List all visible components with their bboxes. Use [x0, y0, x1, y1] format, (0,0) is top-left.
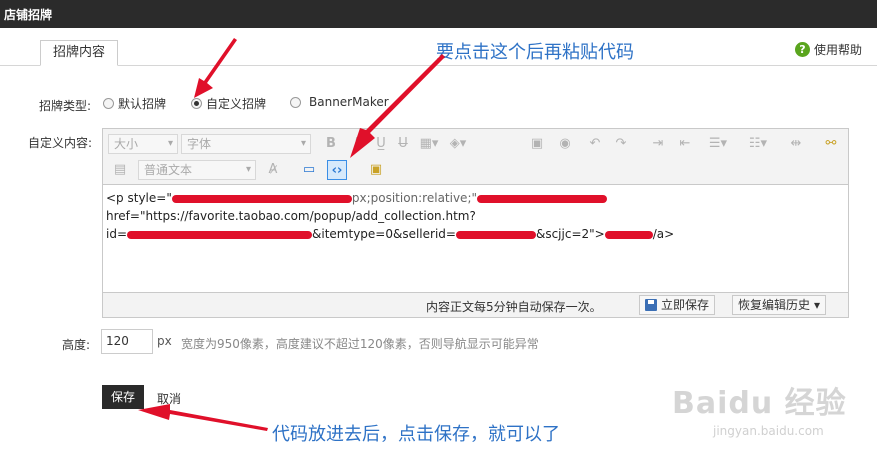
baidu-watermark: Baidu 经验	[672, 386, 847, 421]
chevron-down-icon: ▾	[814, 298, 821, 312]
underline-icon[interactable]: U̲	[371, 134, 391, 154]
sign-type-label: 招牌类型:	[39, 99, 92, 113]
indent-icon[interactable]: ⇥	[648, 134, 668, 154]
content-line-2: id= &itemtype=0&sellerid= &scjjc=2">/a>	[106, 227, 675, 241]
floppy-icon	[645, 299, 657, 311]
radio-default[interactable]: 默认招牌	[103, 95, 166, 112]
line-height-icon[interactable]: ⇹	[786, 134, 806, 154]
redo-icon[interactable]: ↷	[611, 134, 631, 154]
text-color-icon[interactable]: ▦▾	[419, 134, 439, 154]
bold-icon[interactable]: B	[321, 134, 341, 154]
height-input[interactable]: 120	[101, 329, 153, 354]
radio-default-circle[interactable]	[103, 98, 114, 109]
cancel-button[interactable]: 取消	[157, 390, 181, 407]
radio-bannermaker-circle[interactable]	[290, 96, 301, 108]
annotation-top: 要点击这个后再粘贴代码	[436, 42, 634, 63]
italic-icon[interactable]: I	[346, 134, 366, 154]
help-link[interactable]: ? 使用帮助	[795, 41, 862, 58]
height-hint: 宽度为950像素，高度建议不超过120像素，否则导航显示可能异常	[181, 337, 539, 351]
radio-custom-circle[interactable]	[191, 98, 202, 109]
radio-bannermaker[interactable]: BannerMaker	[290, 95, 389, 109]
image-icon[interactable]: ▣	[527, 134, 547, 154]
radio-default-label: 默认招牌	[118, 97, 167, 111]
radio-custom[interactable]: 自定义招牌	[191, 95, 266, 112]
restore-history-button[interactable]: 恢复编辑历史 ▾	[732, 295, 827, 315]
custom-content-label: 自定义内容:	[28, 136, 93, 150]
table-icon[interactable]: ▤	[110, 160, 130, 180]
height-unit: px	[157, 334, 172, 348]
arrow-to-custom-radio	[194, 38, 237, 98]
insert-media-icon[interactable]: ▭	[299, 160, 319, 180]
radio-bannermaker-label: BannerMaker	[309, 95, 389, 109]
font-size-select[interactable]: 大小	[108, 134, 178, 154]
clear-format-icon[interactable]: A̷	[263, 160, 283, 180]
preview-icon[interactable]: ⚯	[821, 134, 841, 154]
save-now-button[interactable]: 立即保存	[639, 295, 716, 315]
strikethrough-icon[interactable]: U	[393, 134, 413, 154]
window-title: 店铺招牌	[4, 8, 53, 22]
height-label: 高度:	[62, 338, 91, 352]
paragraph-format-select[interactable]: 普通文本	[138, 160, 256, 180]
rich-text-editor: 大小 字体 B I U̲ U ▦▾ ◈▾ ▣ ◉ ↶ ↷ ⇥ ⇤ ☰▾ ☷▾ ⇹…	[102, 128, 849, 318]
save-button[interactable]: 保存	[102, 385, 144, 409]
undo-icon[interactable]: ↶	[585, 134, 605, 154]
arrow-to-save-button	[138, 404, 268, 431]
autosave-notice: 内容正文每5分钟自动保存一次。	[426, 300, 602, 314]
editor-toolbar: 大小 字体 B I U̲ U ▦▾ ◈▾ ▣ ◉ ↶ ↷ ⇥ ⇤ ☰▾ ☷▾ ⇹…	[103, 129, 848, 185]
link-icon[interactable]: ◉	[555, 134, 575, 154]
bulleted-list-icon[interactable]: ☰▾	[708, 134, 728, 154]
editor-statusbar: 内容正文每5分钟自动保存一次。 立即保存 恢复编辑历史 ▾	[103, 292, 848, 317]
baidu-watermark-url: jingyan.baidu.com	[713, 424, 824, 438]
fullscreen-icon[interactable]: ▣	[366, 160, 386, 180]
radio-custom-label: 自定义招牌	[206, 97, 267, 111]
numbered-list-icon[interactable]: ☷▾	[748, 134, 768, 154]
title-bar: 店铺招牌	[0, 0, 877, 28]
tab-divider	[0, 65, 877, 66]
content-line-1: <p style=" px;position:relative;" href="h…	[106, 189, 845, 225]
tab-sign-content[interactable]: 招牌内容	[40, 40, 118, 66]
question-icon: ?	[795, 42, 810, 57]
outdent-icon[interactable]: ⇤	[675, 134, 695, 154]
background-color-icon[interactable]: ◈▾	[448, 134, 468, 154]
annotation-bottom: 代码放进去后，点击保存，就可以了	[272, 424, 560, 445]
editor-content[interactable]: <p style=" px;position:relative;" href="h…	[103, 186, 848, 291]
source-code-icon[interactable]: ‹›	[327, 160, 347, 180]
font-family-select[interactable]: 字体	[181, 134, 311, 154]
shop-sign-dialog: 店铺招牌 招牌内容 ? 使用帮助 要点击这个后再粘贴代码 招牌类型: 默认招牌 …	[0, 0, 877, 459]
help-label: 使用帮助	[814, 43, 863, 57]
